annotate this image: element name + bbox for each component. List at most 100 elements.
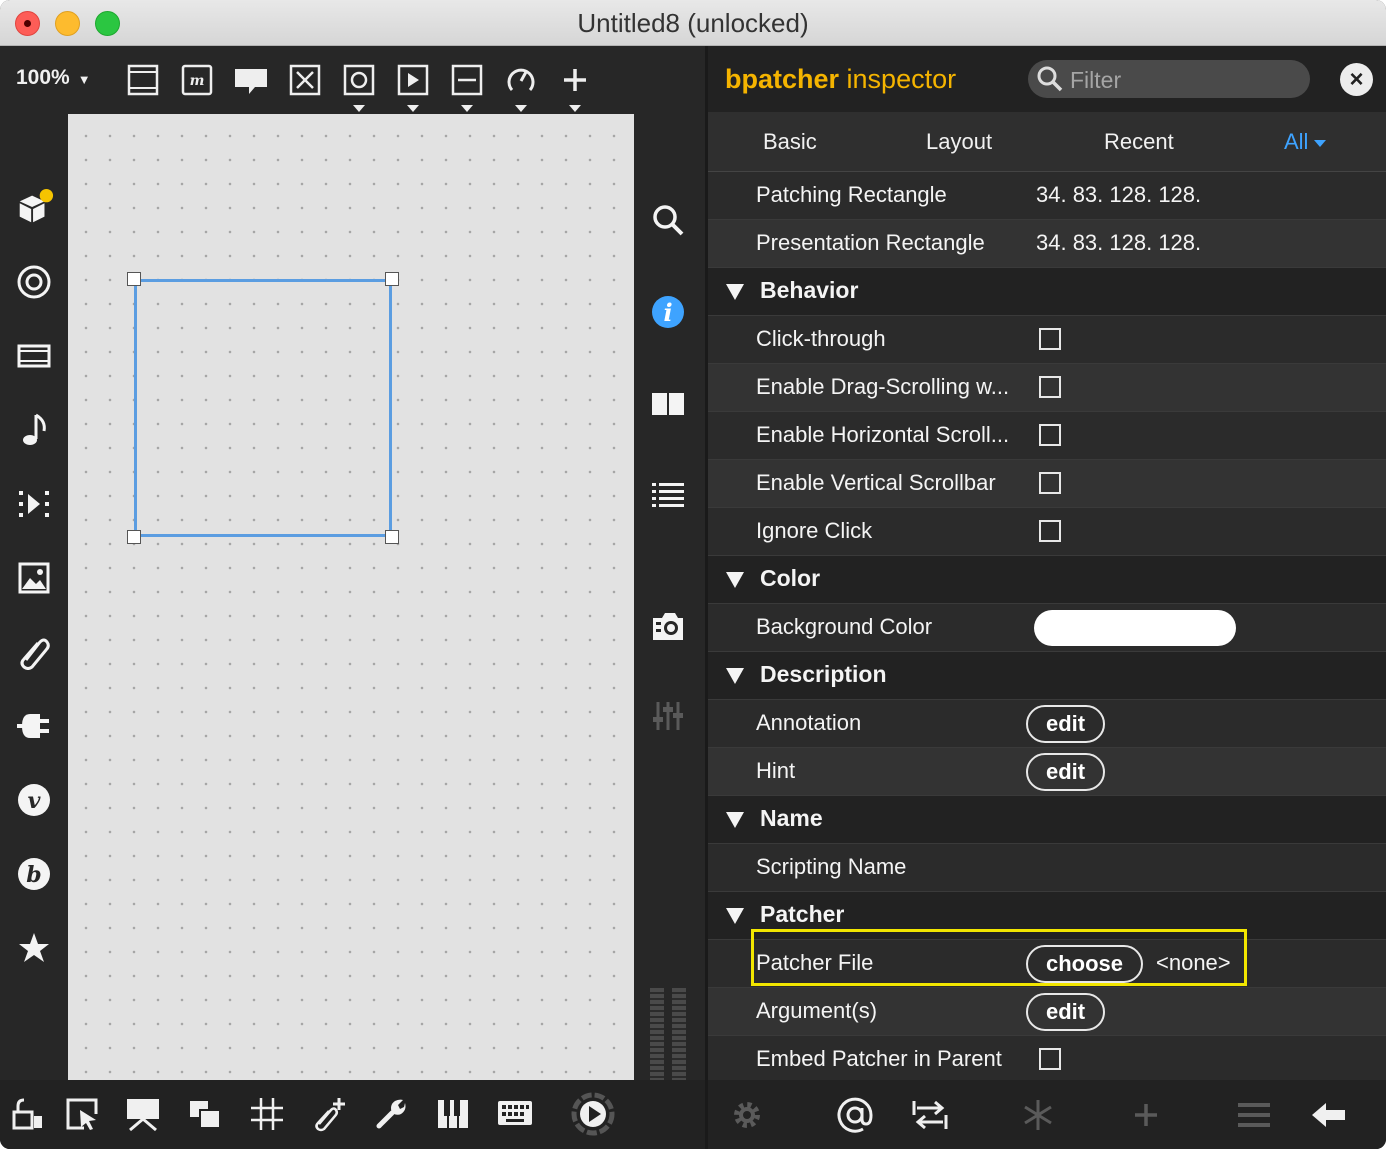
- dial-icon[interactable]: [503, 62, 539, 112]
- menu-icon[interactable]: [1233, 1094, 1275, 1136]
- property-row[interactable]: Click-through: [708, 316, 1386, 364]
- play-icon[interactable]: [395, 62, 431, 112]
- info-icon[interactable]: i: [648, 292, 688, 332]
- add-icon[interactable]: [557, 62, 593, 112]
- background-color-swatch[interactable]: [1034, 610, 1236, 646]
- play-circle-icon[interactable]: [570, 1091, 616, 1137]
- submenu-arrow-icon[interactable]: [407, 105, 419, 112]
- sequence-icon[interactable]: [14, 484, 54, 524]
- lock-icon[interactable]: [8, 1094, 48, 1134]
- filter-input[interactable]: Filter: [1028, 60, 1310, 98]
- message-icon[interactable]: m: [179, 62, 215, 98]
- snowflake-icon[interactable]: [1017, 1094, 1059, 1136]
- resize-handle[interactable]: [127, 272, 141, 286]
- swap-icon[interactable]: [909, 1094, 951, 1136]
- disclosure-triangle-icon[interactable]: [726, 812, 744, 828]
- bpatcher-object[interactable]: [127, 272, 399, 544]
- section-description[interactable]: Description: [708, 652, 1386, 700]
- property-value[interactable]: 34. 83. 128. 128.: [1036, 182, 1201, 208]
- at-icon[interactable]: [834, 1094, 876, 1136]
- snapshot-icon[interactable]: [648, 606, 688, 646]
- star-icon[interactable]: [14, 928, 54, 968]
- disclosure-triangle-icon[interactable]: [726, 284, 744, 300]
- property-row[interactable]: Patching Rectangle 34. 83. 128. 128.: [708, 172, 1386, 220]
- section-behavior[interactable]: Behavior: [708, 268, 1386, 316]
- disclosure-triangle-icon[interactable]: [726, 668, 744, 684]
- choose-patcher-file-button[interactable]: choose: [1026, 945, 1144, 983]
- patcher-canvas[interactable]: [68, 114, 634, 1080]
- target-icon[interactable]: [14, 262, 54, 302]
- submenu-arrow-icon[interactable]: [515, 105, 527, 112]
- property-label: Patcher File: [756, 950, 874, 975]
- property-row[interactable]: Background Color: [708, 604, 1386, 652]
- hint-edit-button[interactable]: edit: [1026, 753, 1106, 791]
- disclosure-triangle-icon[interactable]: [726, 908, 744, 924]
- section-patcher[interactable]: Patcher: [708, 892, 1386, 940]
- search-icon[interactable]: [648, 200, 688, 240]
- image-icon[interactable]: [14, 558, 54, 598]
- embed-patcher-checkbox[interactable]: [1039, 1048, 1061, 1070]
- vertical-scrollbar-checkbox[interactable]: [1039, 472, 1061, 494]
- b-icon[interactable]: b: [14, 854, 54, 894]
- property-row[interactable]: Enable Drag-Scrolling w...: [708, 364, 1386, 412]
- presentation-icon[interactable]: [125, 62, 161, 98]
- audio-note-icon[interactable]: [14, 410, 54, 450]
- grid-icon[interactable]: [247, 1094, 287, 1134]
- zoom-menu[interactable]: 100% ▼: [16, 66, 91, 90]
- property-row[interactable]: Embed Patcher in Parent: [708, 1036, 1386, 1080]
- property-row[interactable]: Enable Vertical Scrollbar: [708, 460, 1386, 508]
- toggle-icon[interactable]: [287, 62, 323, 98]
- mixer-icon[interactable]: [648, 696, 688, 736]
- tab-all[interactable]: All: [1284, 129, 1327, 155]
- inspector-title-suffix: inspector: [839, 64, 957, 94]
- tab-recent[interactable]: Recent: [1104, 129, 1174, 155]
- tab-basic[interactable]: Basic: [763, 129, 817, 155]
- property-row[interactable]: Scripting Name: [708, 844, 1386, 892]
- back-arrow-icon[interactable]: [1308, 1094, 1350, 1136]
- button-icon[interactable]: [341, 62, 377, 112]
- v-icon[interactable]: v: [14, 780, 54, 820]
- video-icon[interactable]: [14, 336, 54, 376]
- property-value[interactable]: 34. 83. 128. 128.: [1036, 230, 1201, 256]
- columns-icon[interactable]: [648, 384, 688, 424]
- section-color[interactable]: Color: [708, 556, 1386, 604]
- submenu-arrow-icon[interactable]: [569, 105, 581, 112]
- resize-handle[interactable]: [385, 530, 399, 544]
- add-icon[interactable]: [1125, 1094, 1167, 1136]
- close-inspector-button[interactable]: ×: [1340, 63, 1373, 96]
- arguments-edit-button[interactable]: edit: [1026, 993, 1106, 1031]
- select-icon[interactable]: [62, 1094, 102, 1134]
- disclosure-triangle-icon[interactable]: [726, 572, 744, 588]
- piano-icon[interactable]: [433, 1094, 473, 1134]
- packages-icon[interactable]: [14, 188, 54, 228]
- clip-icon[interactable]: [14, 632, 54, 672]
- resize-handle[interactable]: [385, 272, 399, 286]
- property-row[interactable]: Presentation Rectangle 34. 83. 128. 128.: [708, 220, 1386, 268]
- horizontal-scrollbar-checkbox[interactable]: [1039, 424, 1061, 446]
- slider-icon[interactable]: [449, 62, 485, 112]
- section-name[interactable]: Name: [708, 796, 1386, 844]
- add-clip-icon[interactable]: [309, 1094, 349, 1134]
- property-row[interactable]: Annotation edit: [708, 700, 1386, 748]
- annotation-edit-button[interactable]: edit: [1026, 705, 1106, 743]
- wrench-icon[interactable]: [371, 1094, 411, 1134]
- plugin-icon[interactable]: [14, 706, 54, 746]
- property-row[interactable]: Hint edit: [708, 748, 1386, 796]
- property-row[interactable]: Argument(s) edit: [708, 988, 1386, 1036]
- resize-handle[interactable]: [127, 530, 141, 544]
- submenu-arrow-icon[interactable]: [461, 105, 473, 112]
- tab-layout[interactable]: Layout: [926, 129, 992, 155]
- list-icon[interactable]: [648, 476, 688, 516]
- click-through-checkbox[interactable]: [1039, 328, 1061, 350]
- property-row[interactable]: Patcher File choose <none>: [708, 940, 1386, 988]
- property-row[interactable]: Ignore Click: [708, 508, 1386, 556]
- drag-scrolling-checkbox[interactable]: [1039, 376, 1061, 398]
- ignore-click-checkbox[interactable]: [1039, 520, 1061, 542]
- property-row[interactable]: Enable Horizontal Scroll...: [708, 412, 1386, 460]
- submenu-arrow-icon[interactable]: [353, 105, 365, 112]
- comment-icon[interactable]: [233, 62, 269, 98]
- gear-icon[interactable]: [726, 1094, 768, 1136]
- keyboard-icon[interactable]: [495, 1094, 535, 1134]
- presentation-mode-icon[interactable]: [123, 1094, 163, 1134]
- layers-icon[interactable]: [185, 1094, 225, 1134]
